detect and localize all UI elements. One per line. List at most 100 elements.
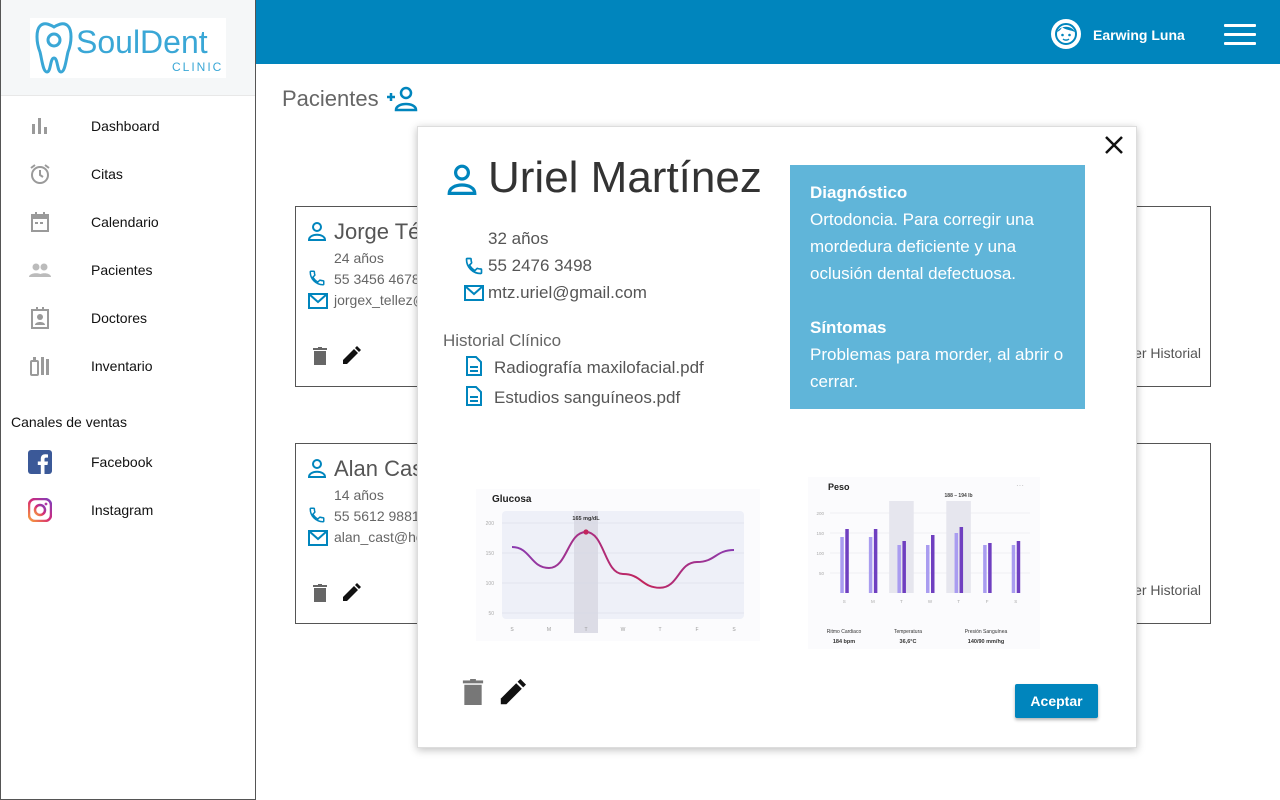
symptoms-title: Síntomas xyxy=(810,318,887,337)
glucose-chart: Glucosa 200 150 100 50 165 mg/dL S M T W T F S xyxy=(476,489,760,641)
phone-icon xyxy=(464,256,484,281)
highlight-band xyxy=(946,501,971,593)
x-tick-label: F xyxy=(986,599,989,604)
trash-icon[interactable] xyxy=(313,584,327,607)
logo-area: SoulDent CLINIC xyxy=(1,0,255,96)
x-tick-label: T xyxy=(957,599,960,604)
sidebar-item-label: Doctores xyxy=(91,310,148,326)
user-icon xyxy=(446,163,478,200)
sidebar-item-facebook[interactable]: Facebook xyxy=(1,442,255,482)
patient-age: 14 años xyxy=(334,487,384,503)
patient-name[interactable]: Alan Cas xyxy=(334,456,423,482)
sidebar-item-instagram[interactable]: Instagram xyxy=(1,490,255,530)
mail-icon xyxy=(308,293,328,314)
sidebar-item-label: Instagram xyxy=(91,502,154,518)
trash-icon[interactable] xyxy=(462,679,484,710)
mail-icon xyxy=(464,285,484,306)
x-tick-label: S xyxy=(510,627,514,633)
user-name[interactable]: Earwing Luna xyxy=(1093,27,1185,43)
sidebar-item-dashboard[interactable]: Dashboard xyxy=(1,106,255,146)
accept-button[interactable]: Aceptar xyxy=(1015,684,1098,718)
x-tick-label: W xyxy=(928,599,933,604)
document-icon xyxy=(466,355,482,381)
calendar-icon xyxy=(27,209,53,235)
patient-email: alan_cast@ho xyxy=(334,529,424,545)
weight-bar xyxy=(902,541,906,593)
y-tick-label: 100 xyxy=(486,581,495,587)
patient-detail-modal: Uriel Martínez 32 años 55 2476 3498 mtz.… xyxy=(417,126,1137,748)
chart-title: Glucosa xyxy=(492,494,532,505)
y-tick-label: 50 xyxy=(488,611,494,617)
file-name: Estudios sanguíneos.pdf xyxy=(494,388,681,407)
facebook-icon xyxy=(27,449,53,475)
alarm-clock-icon xyxy=(27,161,53,187)
x-tick-label: S xyxy=(843,599,846,604)
x-tick-label: T xyxy=(658,627,661,633)
user-avatar[interactable] xyxy=(1051,19,1081,49)
hamburger-menu-icon[interactable] xyxy=(1224,24,1256,46)
more-options-icon: ··· xyxy=(1016,481,1024,490)
face-icon xyxy=(1055,23,1077,45)
page-title: Pacientes xyxy=(282,86,379,111)
document-icon xyxy=(466,385,482,411)
weight-bar xyxy=(840,537,844,593)
sidebar-item-citas[interactable]: Citas xyxy=(1,154,255,194)
sidebar-item-label: Calendario xyxy=(91,214,159,230)
phone-icon xyxy=(308,506,326,529)
x-tick-label: M xyxy=(547,627,551,633)
weight-bar xyxy=(931,535,935,593)
mail-icon xyxy=(308,530,328,551)
weight-bar xyxy=(1016,541,1021,593)
user-icon xyxy=(307,458,327,483)
sidebar-item-label: Dashboard xyxy=(91,118,160,134)
chart-title: Peso xyxy=(828,482,850,492)
sidebar-item-pacientes[interactable]: Pacientes xyxy=(1,250,255,290)
x-tick-label: S xyxy=(1014,599,1017,604)
weight-bar xyxy=(873,529,878,593)
weight-bar xyxy=(983,545,987,593)
file-link[interactable]: Estudios sanguíneos.pdf xyxy=(466,385,681,411)
patient-name[interactable]: Jorge Tél xyxy=(334,219,425,245)
x-tick-label: T xyxy=(584,627,587,633)
weight-bar xyxy=(897,545,901,593)
close-icon[interactable] xyxy=(1104,135,1124,160)
patient-email: jorgex_tellez@ xyxy=(334,292,427,308)
phone-icon xyxy=(308,269,326,292)
highlight-band xyxy=(889,501,914,593)
edit-pencil-icon[interactable] xyxy=(498,679,526,712)
data-point xyxy=(583,529,589,535)
footer-metric-label: Presión Sanguínea xyxy=(965,629,1008,635)
patient-email: mtz.uriel@gmail.com xyxy=(488,283,647,302)
weight-bar xyxy=(988,543,992,593)
y-tick-label: 50 xyxy=(819,571,825,576)
file-link[interactable]: Radiografía maxilofacial.pdf xyxy=(466,355,704,381)
y-tick-label: 200 xyxy=(486,521,495,527)
sidebar-item-doctores[interactable]: Doctores xyxy=(1,298,255,338)
user-icon xyxy=(307,221,327,246)
sidebar: SoulDent CLINIC Dashboard Citas Calendar… xyxy=(0,0,256,800)
footer-metric-label: Temperatura xyxy=(894,629,922,635)
sidebar-item-calendario[interactable]: Calendario xyxy=(1,202,255,242)
trash-icon[interactable] xyxy=(313,347,327,370)
sidebar-item-label: Pacientes xyxy=(91,262,153,278)
souldent-logo[interactable]: SoulDent CLINIC xyxy=(30,17,226,78)
edit-pencil-icon[interactable] xyxy=(341,346,361,371)
edit-pencil-icon[interactable] xyxy=(341,583,361,608)
data-annotation: 165 mg/dL xyxy=(572,516,600,522)
add-patient-icon[interactable] xyxy=(386,84,418,117)
footer-metric-value: 36,6°C xyxy=(900,639,917,645)
sidebar-item-label: Inventario xyxy=(91,358,153,374)
x-tick-label: S xyxy=(732,627,736,633)
patient-phone: 55 5612 9881 xyxy=(334,508,420,524)
x-tick-label: W xyxy=(621,627,626,633)
y-tick-label: 200 xyxy=(816,511,824,516)
y-tick-label: 150 xyxy=(816,531,824,536)
weight-bar xyxy=(868,537,873,593)
logo-text-main: SoulDent xyxy=(76,23,208,60)
sidebar-item-inventario[interactable]: Inventario xyxy=(1,346,255,386)
contact-card-icon xyxy=(27,305,53,331)
weight-bar xyxy=(1011,545,1016,593)
file-name: Radiografía maxilofacial.pdf xyxy=(494,358,704,377)
bar-chart-icon xyxy=(27,113,53,139)
x-tick-label: T xyxy=(900,599,903,604)
